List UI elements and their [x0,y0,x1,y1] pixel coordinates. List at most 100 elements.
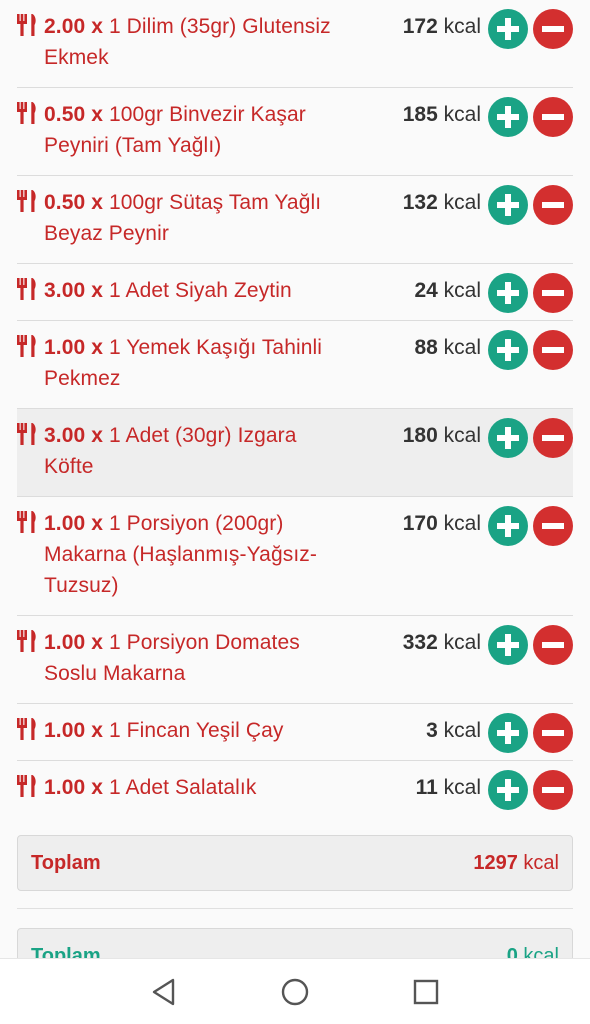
calorie-unit: kcal [443,512,481,535]
minus-icon [542,523,564,529]
cutlery-icon [17,190,37,212]
food-row[interactable]: 1.00 x 1 Fincan Yeşil Çay 3 kcal [17,704,573,761]
cutlery-icon [17,423,37,445]
calorie-value: 24 [414,279,438,302]
food-row[interactable]: 3.00 x 1 Adet (30gr) Izgara Köfte 180 kc… [17,409,573,497]
calorie-unit: kcal [443,719,481,742]
food-calories: 180 kcal [403,420,481,451]
plus-icon [497,779,519,801]
calorie-unit: kcal [443,279,481,302]
home-circle-icon [281,978,309,1006]
remove-portion-button[interactable] [533,97,573,137]
calorie-unit: kcal [443,336,481,359]
food-description: 3.00 x 1 Adet (30gr) Izgara Köfte [44,420,344,482]
remove-portion-button[interactable] [533,418,573,458]
food-quantity: 1.00 x [44,776,103,799]
remove-portion-button[interactable] [533,770,573,810]
remove-portion-button[interactable] [533,9,573,49]
cutlery-icon [17,335,37,357]
nav-home-button[interactable] [278,975,312,1009]
minus-icon [542,730,564,736]
minus-icon [542,26,564,32]
food-row[interactable]: 1.00 x 1 Porsiyon (200gr) Makarna (Haşla… [17,497,573,616]
add-portion-button[interactable] [488,713,528,753]
add-portion-button[interactable] [488,9,528,49]
calorie-unit: kcal [443,776,481,799]
food-description: 1.00 x 1 Fincan Yeşil Çay [44,715,344,746]
remove-portion-button[interactable] [533,713,573,753]
food-calories: 3 kcal [426,715,481,746]
food-row[interactable]: 2.00 x 1 Dilim (35gr) Glutensiz Ekmek 17… [17,0,573,88]
calorie-value: 11 [415,776,438,799]
calorie-unit: kcal [443,191,481,214]
add-portion-button[interactable] [488,625,528,665]
food-row[interactable]: 3.00 x 1 Adet Siyah Zeytin 24 kcal [17,264,573,321]
food-description: 2.00 x 1 Dilim (35gr) Glutensiz Ekmek [44,11,344,73]
plus-icon [497,194,519,216]
calorie-value: 88 [414,336,438,359]
food-quantity: 1.00 x [44,336,103,359]
food-calories: 24 kcal [414,275,481,306]
add-portion-button[interactable] [488,418,528,458]
food-description: 0.50 x 100gr Binvezir Kaşar Peyniri (Tam… [44,99,344,161]
total-label: Toplam [31,852,101,874]
cutlery-icon [17,511,37,533]
remove-portion-button[interactable] [533,185,573,225]
meal-total-box: Toplam 1297 kcal [17,835,573,891]
plus-icon [497,282,519,304]
calorie-value: 172 [402,15,438,38]
remove-portion-button[interactable] [533,330,573,370]
food-quantity: 2.00 x [44,15,103,38]
nav-recents-button[interactable] [409,975,443,1009]
food-quantity: 1.00 x [44,631,103,654]
food-name: 1 Fincan Yeşil Çay [108,719,284,742]
calorie-value: 332 [402,631,438,654]
plus-icon [497,722,519,744]
add-portion-button[interactable] [488,330,528,370]
cutlery-icon [17,102,37,124]
cutlery-icon [17,14,37,36]
food-calories: 132 kcal [403,187,481,218]
calorie-unit: kcal [443,15,481,38]
remove-portion-button[interactable] [533,625,573,665]
food-row[interactable]: 1.00 x 1 Porsiyon Domates Soslu Makarna … [17,616,573,704]
remove-portion-button[interactable] [533,273,573,313]
plus-icon [497,427,519,449]
food-quantity: 0.50 x [44,103,103,126]
add-portion-button[interactable] [488,273,528,313]
calorie-value: 170 [402,512,438,535]
plus-icon [497,634,519,656]
food-description: 1.00 x 1 Porsiyon Domates Soslu Makarna [44,627,344,689]
food-description: 3.00 x 1 Adet Siyah Zeytin [44,275,344,306]
food-row[interactable]: 0.50 x 100gr Binvezir Kaşar Peyniri (Tam… [17,88,573,176]
system-navigation-bar [0,958,590,1024]
minus-icon [542,202,564,208]
food-description: 0.50 x 100gr Sütaş Tam Yağlı Beyaz Peyni… [44,187,344,249]
food-quantity: 3.00 x [44,424,103,447]
food-quantity: 1.00 x [44,512,103,535]
cutlery-icon [17,775,37,797]
food-list: 2.00 x 1 Dilim (35gr) Glutensiz Ekmek 17… [17,0,573,818]
minus-icon [542,435,564,441]
cutlery-icon [17,630,37,652]
calorie-unit: kcal [443,631,481,654]
section-divider [17,908,573,909]
minus-icon [542,787,564,793]
remove-portion-button[interactable] [533,506,573,546]
calorie-value: 132 [402,191,438,214]
nav-back-button[interactable] [148,975,182,1009]
food-calories: 88 kcal [414,332,481,363]
food-calories: 11 kcal [416,772,481,803]
food-row[interactable]: 1.00 x 1 Adet Salatalık 11 kcal [17,761,573,818]
food-row[interactable]: 0.50 x 100gr Sütaş Tam Yağlı Beyaz Peyni… [17,176,573,264]
recents-square-icon [413,979,439,1005]
minus-icon [542,114,564,120]
add-portion-button[interactable] [488,185,528,225]
add-portion-button[interactable] [488,97,528,137]
add-portion-button[interactable] [488,770,528,810]
add-portion-button[interactable] [488,506,528,546]
calorie-unit: kcal [443,424,481,447]
food-quantity: 3.00 x [44,279,103,302]
food-row[interactable]: 1.00 x 1 Yemek Kaşığı Tahinli Pekmez 88 … [17,321,573,409]
food-name: 1 Adet Salatalık [108,776,257,799]
